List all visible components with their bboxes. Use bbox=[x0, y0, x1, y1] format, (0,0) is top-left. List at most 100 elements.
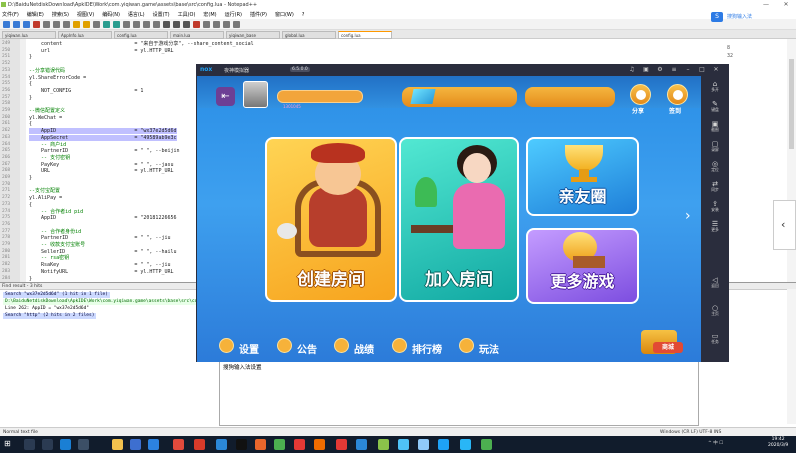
taskview-icon[interactable] bbox=[42, 439, 53, 450]
code-line[interactable]: } bbox=[29, 276, 32, 282]
explorer-icon[interactable] bbox=[112, 439, 123, 450]
code-line[interactable]: content = "来自于游戏分享", --share_content_soc… bbox=[29, 41, 254, 47]
chrome-icon[interactable] bbox=[173, 439, 184, 450]
menu-item[interactable]: 窗口(W) bbox=[275, 12, 294, 18]
nox-taskbar-icon[interactable] bbox=[438, 439, 449, 450]
gem-balance[interactable] bbox=[402, 87, 517, 107]
app-icon-8[interactable] bbox=[314, 439, 325, 450]
nox-sidebar-item[interactable]: ▭ 任务 bbox=[701, 332, 729, 344]
app-icon-10[interactable] bbox=[356, 439, 367, 450]
code-line[interactable]: -- rsa密钥 bbox=[29, 255, 69, 261]
nox-sidebar-item[interactable]: ○ 主页 bbox=[701, 304, 729, 316]
code-line[interactable]: -- 合作者身份id bbox=[29, 229, 81, 235]
minimize-icon[interactable]: – bbox=[684, 66, 692, 74]
chevron-right-icon[interactable]: › bbox=[685, 208, 691, 224]
code-line[interactable]: AppSecret = "49589ab9e3c bbox=[29, 134, 177, 141]
toolbar-icon[interactable] bbox=[83, 21, 90, 28]
app-icon-1[interactable] bbox=[148, 439, 159, 450]
toolbar-icon[interactable] bbox=[163, 21, 170, 28]
toolbar-icon[interactable] bbox=[193, 21, 200, 28]
toolbar-icon[interactable] bbox=[53, 21, 60, 28]
toolbar-icon[interactable] bbox=[103, 21, 110, 28]
nav-record[interactable]: 战绩 bbox=[334, 337, 386, 356]
toolbar-icon[interactable] bbox=[233, 21, 240, 28]
code-line[interactable]: --微信配置定义 bbox=[29, 108, 65, 114]
toolbar-icon[interactable] bbox=[93, 21, 100, 28]
system-tray[interactable]: ^ 中 ☐ bbox=[708, 440, 723, 446]
start-icon[interactable]: ⊞ bbox=[4, 439, 11, 448]
tab-0[interactable]: yiqiwan.lua bbox=[2, 31, 56, 39]
screenshot-icon[interactable]: ▣ bbox=[642, 66, 650, 74]
code-line[interactable]: -- 收款支付宝账号 bbox=[29, 242, 85, 248]
app-icon-5[interactable] bbox=[255, 439, 266, 450]
clock[interactable]: 19:42 2020/3/9 bbox=[768, 437, 788, 449]
toolbar-icon[interactable] bbox=[113, 21, 120, 28]
wechat-icon[interactable] bbox=[481, 439, 492, 450]
card-balance[interactable] bbox=[525, 87, 615, 107]
code-line[interactable]: URL = yl.HTTP_URL bbox=[29, 168, 173, 174]
code-line[interactable]: AppID = "20181226656 bbox=[29, 215, 176, 221]
menu-item[interactable]: ? bbox=[302, 12, 305, 18]
create-room-card[interactable]: 创建房间 bbox=[265, 137, 397, 302]
app-icon-4[interactable] bbox=[236, 439, 247, 450]
notepad-close-button[interactable]: ✕ bbox=[776, 0, 796, 10]
toolbar-icon[interactable] bbox=[213, 21, 220, 28]
search-icon[interactable] bbox=[24, 439, 35, 450]
toolbar-icon[interactable] bbox=[143, 21, 150, 28]
toolbar-icon[interactable] bbox=[133, 21, 140, 28]
code-line[interactable]: -- 支付密钥 bbox=[29, 155, 70, 161]
menu-item[interactable]: 工具(O) bbox=[178, 12, 196, 18]
menu-item[interactable]: 宏(M) bbox=[203, 12, 216, 18]
app-icon-7[interactable] bbox=[294, 439, 305, 450]
code-line[interactable]: PartnerID = " ", --beijin bbox=[29, 148, 179, 154]
toolbar-icon[interactable] bbox=[23, 21, 30, 28]
nav-notice[interactable]: 公告 bbox=[277, 337, 329, 356]
menu-item[interactable]: 编辑(E) bbox=[27, 12, 44, 18]
menu-item[interactable]: 视图(V) bbox=[77, 12, 94, 18]
notepad-taskbar-icon[interactable] bbox=[378, 439, 389, 450]
nox-sidebar-item[interactable]: ◎ 定位 bbox=[701, 160, 729, 172]
exit-icon[interactable]: ⇤ bbox=[216, 87, 235, 106]
nox-sidebar-item[interactable]: ✎ 键盘 bbox=[701, 100, 729, 112]
toolbar-icon[interactable] bbox=[13, 21, 20, 28]
code-line[interactable]: SellerID = " ", --hailu bbox=[29, 249, 176, 255]
code-line[interactable]: } bbox=[29, 95, 32, 101]
tab-1[interactable]: AppInfo.lua bbox=[58, 31, 112, 39]
code-line[interactable]: -- 合作者id pid bbox=[29, 209, 83, 215]
avatar[interactable] bbox=[243, 81, 268, 108]
menu-item[interactable]: 语言(L) bbox=[128, 12, 145, 18]
find-results-scrollbar[interactable] bbox=[787, 289, 796, 424]
nox-sidebar-item[interactable]: ▢ 录屏 bbox=[701, 140, 729, 152]
find-result-line[interactable]: Search "http" (2 hits in 2 files) bbox=[3, 313, 97, 319]
join-room-card[interactable]: 加入房间 bbox=[399, 137, 519, 302]
toolbar-icon[interactable] bbox=[173, 21, 180, 28]
code-line[interactable]: yl.AliPay = bbox=[29, 195, 62, 201]
nox-sidebar-item[interactable]: ▣ 截图 bbox=[701, 120, 729, 132]
code-line[interactable]: yl.WeChat = bbox=[29, 115, 62, 121]
settings-icon[interactable]: ⚙ bbox=[656, 66, 664, 74]
code-line[interactable]: --分享错误代码 bbox=[29, 68, 65, 74]
toolbar-icon[interactable] bbox=[223, 21, 230, 28]
code-line[interactable]: NOT_CONFIG = 1 bbox=[29, 88, 143, 94]
toolbar-icon[interactable] bbox=[43, 21, 50, 28]
code-line[interactable]: PartnerID = " ", --jiu bbox=[29, 235, 170, 241]
notification-icon[interactable]: ♫ bbox=[628, 66, 636, 74]
code-line[interactable]: } bbox=[29, 54, 32, 60]
tab-6[interactable]: config.lua bbox=[338, 31, 392, 39]
tab-2[interactable]: config.lua bbox=[114, 31, 168, 39]
nox-sidebar-item[interactable]: ⇄ 同步 bbox=[701, 180, 729, 192]
app-icon-2[interactable] bbox=[194, 439, 205, 450]
app-icon-11[interactable] bbox=[398, 439, 409, 450]
app-icon-12[interactable] bbox=[418, 439, 429, 450]
mail-icon[interactable] bbox=[130, 439, 141, 450]
ime-widget[interactable]: S 搜狗输入法 bbox=[705, 10, 760, 24]
side-collapse-button[interactable]: ‹ bbox=[773, 200, 796, 250]
nox-sidebar-item[interactable]: ⌂ 多开 bbox=[701, 80, 729, 92]
app-icon-9[interactable] bbox=[336, 439, 347, 450]
tab-5[interactable]: global.lua bbox=[282, 31, 336, 39]
code-line[interactable]: yl.ShareErrorCode = bbox=[29, 75, 86, 81]
app-icon-6[interactable] bbox=[274, 439, 285, 450]
toolbar-icon[interactable] bbox=[183, 21, 190, 28]
code-line[interactable]: } bbox=[29, 175, 32, 181]
edge-icon[interactable] bbox=[60, 439, 71, 450]
